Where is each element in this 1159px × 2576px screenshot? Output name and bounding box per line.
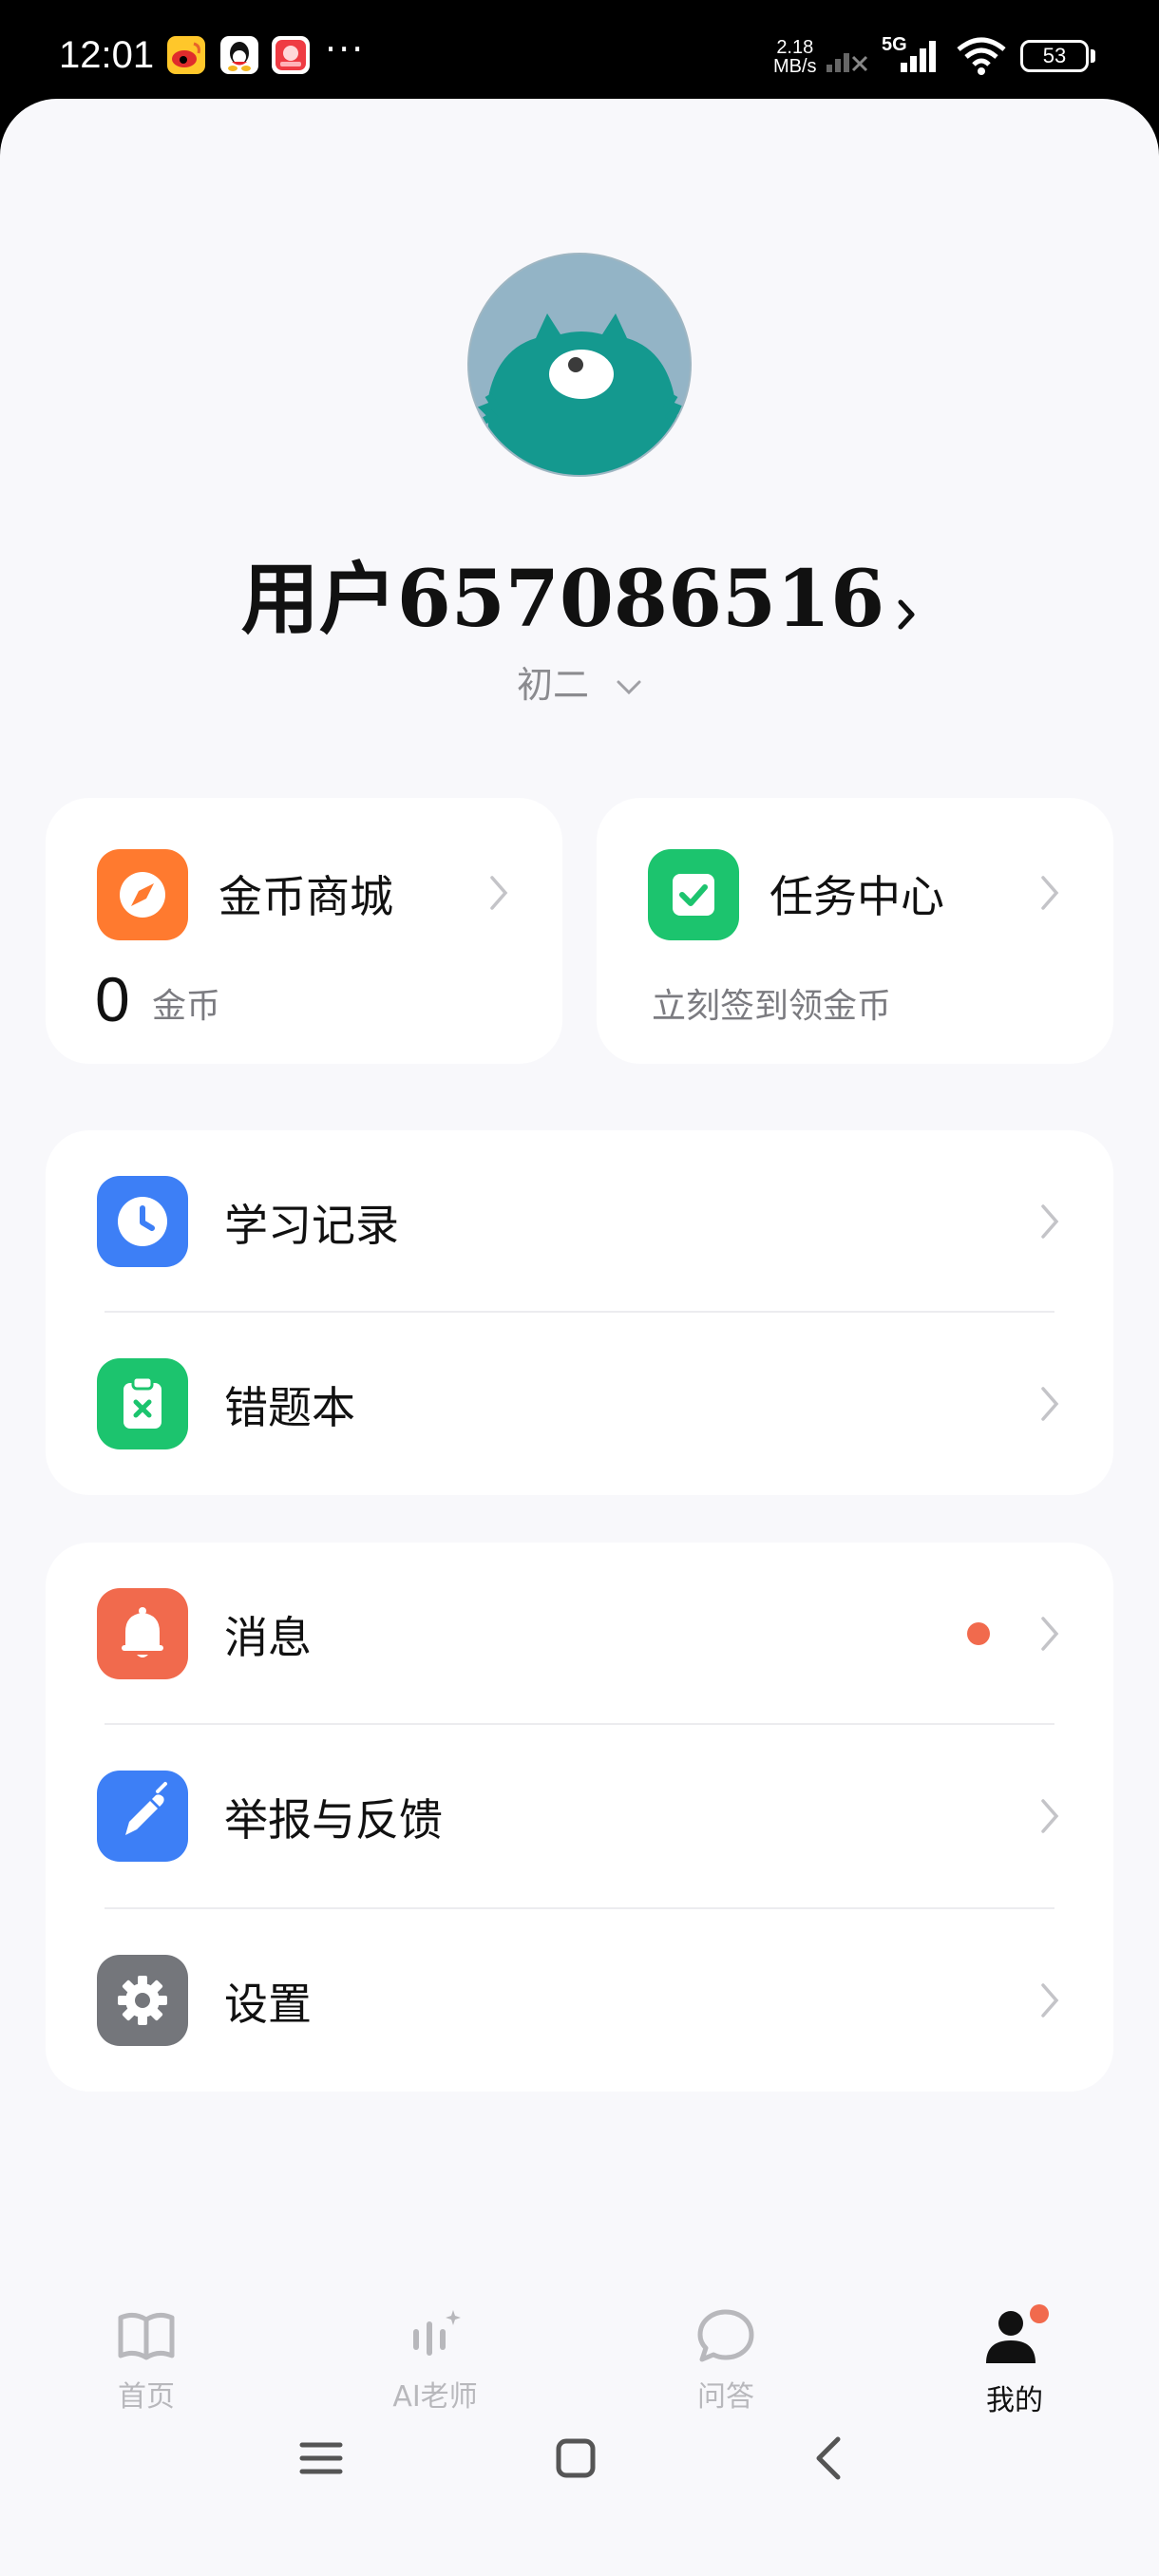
report-feedback-row[interactable]: 举报与反馈 [46, 1725, 1113, 1907]
chevron-right-icon [1041, 876, 1059, 910]
username-row[interactable]: 用户657086516 [0, 536, 1159, 649]
wrong-questions-label: 错题本 [224, 1382, 355, 1433]
settings-label: 设置 [224, 1979, 312, 2030]
avatar[interactable] [467, 253, 692, 477]
grade-selector[interactable]: 初二 [0, 655, 1159, 708]
clipboard-x-icon [97, 1358, 188, 1449]
nav-mine[interactable]: 我的 [920, 2304, 1110, 2418]
battery-icon: 53 [1020, 40, 1089, 72]
settings-row[interactable]: 设置 [46, 1909, 1113, 2092]
clock-icon [97, 1176, 188, 1267]
status-bar: 12:01 ··· 2.18 MB/s 5G 53 [0, 0, 1159, 104]
bell-icon [97, 1588, 188, 1679]
task-center-card[interactable]: 任务中心 立刻签到领金币 [597, 798, 1113, 1064]
unread-dot [967, 1622, 990, 1645]
compass-icon [97, 849, 188, 940]
coin-mall-title: 金币商城 [218, 871, 393, 922]
check-icon [648, 849, 739, 940]
nav-qa[interactable]: 问答 [631, 2304, 821, 2415]
pen-icon [97, 1771, 188, 1862]
battery-tip [1091, 49, 1095, 63]
wifi-icon [957, 37, 1006, 75]
profile-screen: 用户657086516 初二 金币商城 0 金币 任务中心 立刻签到领金币 学习… [0, 99, 1159, 2576]
gear-icon [97, 1955, 188, 2046]
messages-row[interactable]: 消息 [46, 1543, 1113, 1725]
report-feedback-label: 举报与反馈 [224, 1794, 443, 1846]
chevron-right-icon [1041, 1983, 1059, 2017]
nav-ai-teacher-label: AI老师 [392, 2380, 478, 2414]
red-app-icon [272, 36, 310, 74]
nav-home-label: 首页 [118, 2380, 175, 2414]
username[interactable]: 用户657086516 [241, 554, 885, 645]
task-center-subtitle: 立刻签到领金币 [652, 987, 892, 1026]
study-section: 学习记录 错题本 [46, 1130, 1113, 1495]
battery-level: 53 [1042, 44, 1067, 67]
wrong-questions-row[interactable]: 错题本 [46, 1313, 1113, 1495]
monster-avatar-icon [477, 313, 686, 475]
menu-icon[interactable] [298, 2437, 344, 2479]
signal-strong-icon [901, 41, 936, 72]
misc-section: 消息 举报与反馈 设置 [46, 1543, 1113, 2092]
weibo-icon [167, 36, 205, 74]
grade-label: 初二 [516, 664, 589, 706]
ai-voice-icon [413, 2310, 461, 2356]
qq-icon [220, 36, 258, 74]
chat-bubble-icon [697, 2309, 754, 2362]
chevron-right-icon [490, 876, 508, 910]
network-speed-unit: MB/s [773, 56, 817, 77]
study-record-label: 学习记录 [224, 1200, 399, 1251]
task-center-title: 任务中心 [770, 871, 944, 922]
bottom-nav: 首页 AI老师 问答 我的 [0, 2289, 1159, 2432]
coin-count: 0 [95, 964, 130, 1034]
more-notifications-icon: ··· [325, 28, 366, 70]
chevron-right-icon [1041, 1799, 1059, 1833]
status-time: 12:01 [59, 34, 155, 76]
book-icon [118, 2312, 175, 2360]
signal-weak-icon [826, 53, 868, 72]
nav-mine-label: 我的 [986, 2384, 1043, 2417]
network-speed-value: 2.18 [776, 37, 814, 58]
chevron-right-icon [897, 597, 918, 636]
nav-ai-teacher[interactable]: AI老师 [340, 2304, 530, 2415]
back-icon[interactable] [811, 2435, 846, 2481]
chevron-right-icon [1041, 1617, 1059, 1651]
study-record-row[interactable]: 学习记录 [46, 1130, 1113, 1313]
nav-home[interactable]: 首页 [51, 2304, 241, 2415]
user-icon [986, 2304, 1049, 2363]
chevron-right-icon [1041, 1204, 1059, 1239]
messages-label: 消息 [224, 1612, 312, 1663]
nav-qa-label: 问答 [697, 2380, 754, 2414]
coin-mall-card[interactable]: 金币商城 0 金币 [46, 798, 562, 1064]
chevron-down-icon [616, 663, 642, 705]
home-square-icon[interactable] [555, 2437, 597, 2479]
coin-unit: 金币 [152, 987, 221, 1026]
network-speed: 2.18 MB/s [773, 38, 817, 76]
chevron-right-icon [1041, 1387, 1059, 1421]
